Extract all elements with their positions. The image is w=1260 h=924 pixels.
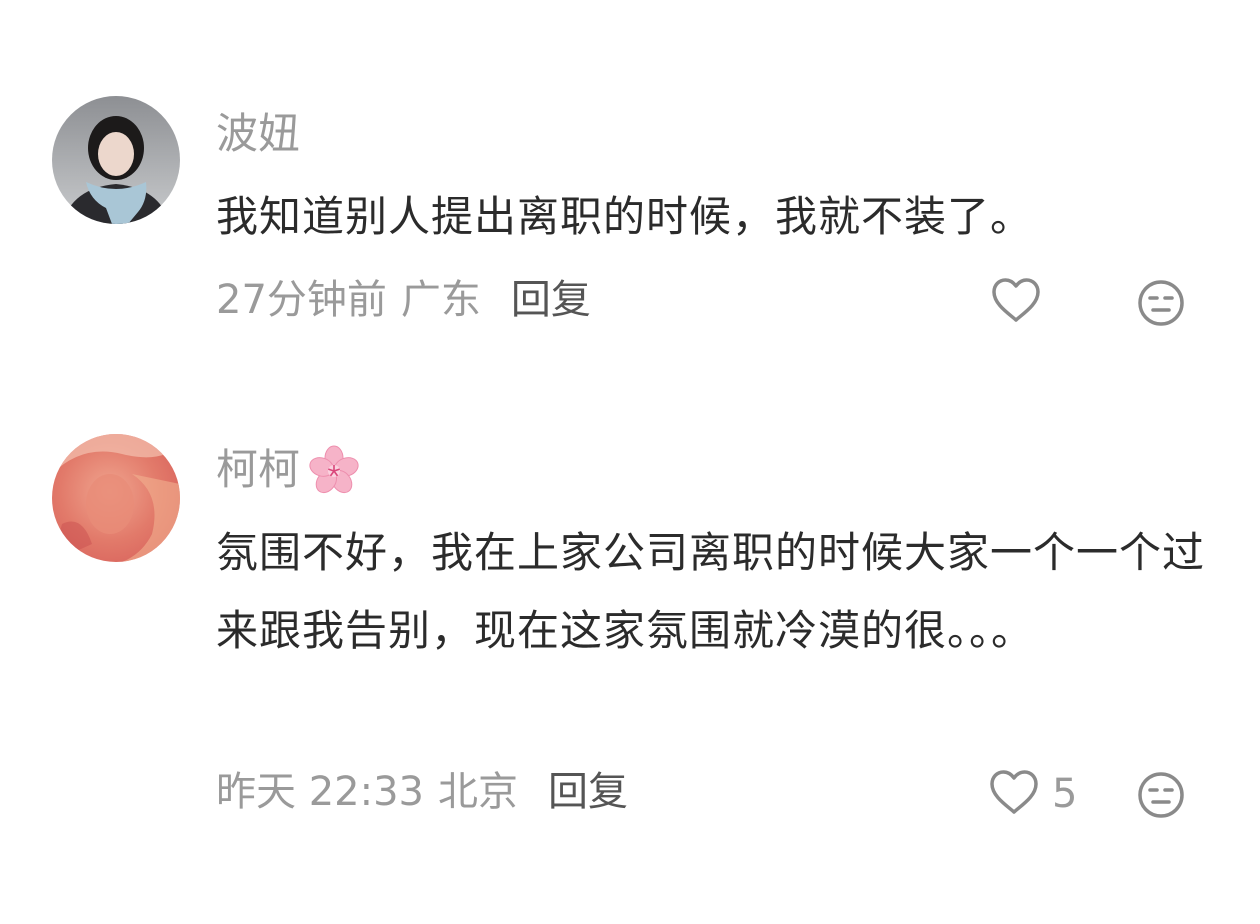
comment-location: 广东 <box>400 277 481 323</box>
reply-button[interactable]: 回复 <box>548 762 628 822</box>
comment-meta: 昨天 22:33 北京 回复 <box>216 762 628 822</box>
like-button[interactable] <box>990 276 1054 328</box>
meh-face-icon <box>1136 280 1186 332</box>
username[interactable]: 柯柯 <box>216 440 362 500</box>
like-button[interactable]: 5 <box>988 764 1077 824</box>
username[interactable]: 波妞 <box>216 104 300 164</box>
comment-meta: 27分钟前 广东 回复 <box>216 270 591 330</box>
dislike-button[interactable] <box>1136 770 1186 824</box>
comment-text: 我知道别人提出离职的时候，我就不装了。 <box>216 192 1034 241</box>
dislike-button[interactable] <box>1136 278 1186 332</box>
username-text: 柯柯 <box>216 445 301 494</box>
avatar[interactable] <box>52 96 180 224</box>
comment-time: 昨天 22:33 <box>216 769 424 815</box>
meh-face-icon <box>1136 772 1186 824</box>
comment-text: 氛围不好，我在上家公司离职的时候大家一个一个过来跟我告别，现在这家氛围就冷漠的很… <box>216 528 1206 655</box>
cherry-blossom-icon <box>306 442 362 498</box>
avatar[interactable] <box>52 434 180 562</box>
comment-location: 北京 <box>438 769 518 815</box>
heart-outline-icon <box>988 768 1040 820</box>
heart-outline-icon <box>990 276 1042 328</box>
like-count: 5 <box>1052 771 1078 817</box>
reply-button[interactable]: 回复 <box>511 270 591 330</box>
comment-time: 27分钟前 <box>216 277 387 323</box>
